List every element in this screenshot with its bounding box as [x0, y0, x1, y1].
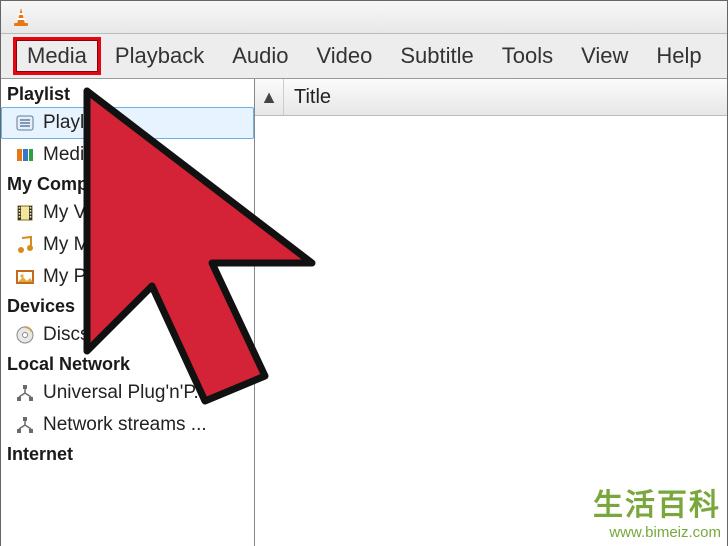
vlc-cone-icon	[11, 7, 31, 27]
music-note-icon	[15, 235, 35, 255]
app-window: Media Playback Audio Video Subtitle Tool…	[0, 0, 728, 546]
menu-audio[interactable]: Audio	[218, 37, 302, 76]
sidebar-item-upnp[interactable]: Universal Plug'n'P...	[1, 377, 254, 409]
sidebar-item-my-music[interactable]: My Music	[1, 229, 254, 261]
film-icon	[15, 203, 35, 223]
sidebar-item-label: Network streams ...	[43, 414, 207, 436]
sidebar-item-media-library[interactable]: Media Library	[1, 139, 254, 171]
sort-indicator-icon[interactable]: ▲	[255, 79, 284, 115]
menu-tools[interactable]: Tools	[488, 37, 567, 76]
sidebar-item-my-videos[interactable]: My Videos	[1, 197, 254, 229]
titlebar	[1, 1, 727, 34]
sidebar-item-network-streams[interactable]: Network streams ...	[1, 409, 254, 441]
group-header-my-computer: My Computer	[1, 171, 254, 197]
sidebar-item-my-pictures[interactable]: My Pictures	[1, 261, 254, 293]
sidebar-item-playlist[interactable]: Playlist	[1, 107, 254, 139]
content-area: ▲ Title	[255, 79, 727, 546]
menu-help[interactable]: Help	[642, 37, 715, 76]
sidebar-item-label: My Music	[43, 234, 123, 256]
playlist-icon	[15, 113, 35, 133]
group-header-internet: Internet	[1, 441, 254, 467]
menu-subtitle[interactable]: Subtitle	[386, 37, 487, 76]
sidebar-item-label: Media Library	[43, 144, 158, 166]
sidebar-item-label: My Pictures	[43, 266, 142, 288]
group-header-devices: Devices	[1, 293, 254, 319]
group-header-local-network: Local Network	[1, 351, 254, 377]
sidebar-item-label: My Videos	[43, 202, 131, 224]
sidebar-item-label: Discs	[43, 324, 89, 346]
picture-icon	[15, 267, 35, 287]
sidebar-item-label: Playlist	[43, 112, 103, 134]
disc-icon	[15, 325, 35, 345]
group-header-playlist: Playlist	[1, 81, 254, 107]
column-header-title[interactable]: Title	[284, 86, 331, 109]
upnp-icon	[15, 383, 35, 403]
media-library-icon	[15, 145, 35, 165]
menu-view[interactable]: View	[567, 37, 642, 76]
menu-media[interactable]: Media	[13, 37, 101, 76]
menu-video[interactable]: Video	[302, 37, 386, 76]
network-icon	[15, 415, 35, 435]
app-body: Playlist Playlist	[1, 79, 727, 546]
menu-playback[interactable]: Playback	[101, 37, 218, 76]
sidebar: Playlist Playlist	[1, 79, 255, 546]
sidebar-item-label: Universal Plug'n'P...	[43, 382, 209, 404]
menubar: Media Playback Audio Video Subtitle Tool…	[1, 34, 727, 79]
sidebar-item-discs[interactable]: Discs	[1, 319, 254, 351]
column-header-row: ▲ Title	[255, 79, 727, 116]
